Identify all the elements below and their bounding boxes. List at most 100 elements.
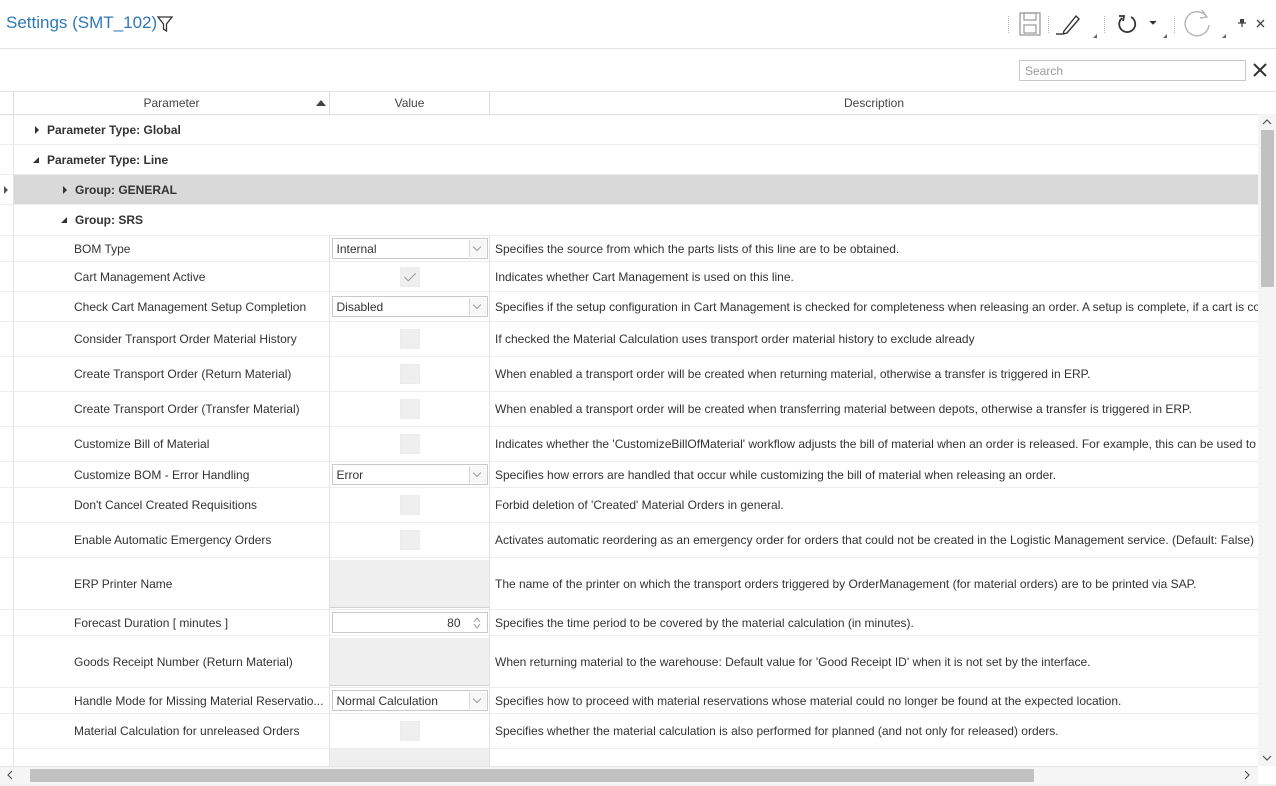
edit-icon[interactable]: [1054, 10, 1082, 38]
filter-icon[interactable]: [156, 14, 174, 34]
group-row-global[interactable]: Parameter Type: Global: [0, 115, 1258, 145]
scroll-left-icon[interactable]: [6, 770, 14, 780]
table-row[interactable]: Goods Receipt Number (Return Material) W…: [0, 636, 1258, 688]
horizontal-scroll-thumb[interactable]: [30, 769, 1034, 782]
refresh-dropdown-corner[interactable]: [1222, 34, 1226, 38]
value-cell: [330, 749, 490, 766]
search-bar: [0, 50, 1276, 92]
row-marker: [0, 357, 14, 391]
goods-receipt-textbox[interactable]: [330, 637, 489, 686]
column-header-parameter[interactable]: Parameter: [14, 92, 330, 115]
description-cell: Specifies the time period to be covered …: [495, 615, 914, 630]
chevron-down-icon[interactable]: [468, 466, 486, 483]
chevron-down-icon[interactable]: [468, 240, 486, 257]
group-row-line[interactable]: Parameter Type: Line: [0, 145, 1258, 175]
checkbox[interactable]: [399, 399, 420, 419]
grid-header: Parameter Value Description: [0, 92, 1258, 115]
close-icon[interactable]: [1256, 19, 1265, 28]
row-marker: [0, 427, 14, 461]
value-textbox[interactable]: [330, 749, 489, 766]
description-cell: Indicates whether Cart Management is use…: [495, 269, 794, 284]
row-marker: [0, 322, 14, 356]
table-row[interactable]: Customize BOM - Error Handling Error Spe…: [0, 462, 1258, 488]
parameter-cell: Customize BOM - Error Handling: [70, 462, 330, 487]
save-icon[interactable]: [1016, 10, 1044, 38]
error-handling-combobox[interactable]: Error: [331, 464, 488, 485]
column-header-value[interactable]: Value: [330, 92, 490, 115]
row-marker: [0, 636, 14, 687]
description-cell: Specifies if the setup configuration in …: [495, 299, 1258, 314]
toolbar-separator: [1174, 16, 1175, 33]
column-header-description[interactable]: Description: [490, 92, 1258, 115]
checkbox-checked[interactable]: [399, 266, 420, 287]
checkbox[interactable]: [399, 329, 420, 349]
checkbox[interactable]: [399, 364, 420, 384]
table-row[interactable]: BOM Type Internal Specifies the source f…: [0, 236, 1258, 262]
table-row[interactable]: Consider Transport Order Material Histor…: [0, 322, 1258, 357]
table-row[interactable]: ERP Printer Name The name of the printer…: [0, 558, 1258, 610]
value-cell: [330, 357, 490, 391]
collapse-icon[interactable]: [61, 217, 67, 223]
description-cell: Forbid deletion of 'Created' Material Or…: [495, 498, 784, 512]
expand-icon[interactable]: [35, 126, 39, 134]
chevron-down-icon[interactable]: [468, 298, 486, 315]
table-row[interactable]: Handle Mode for Missing Material Reserva…: [0, 688, 1258, 714]
collapse-icon[interactable]: [33, 157, 39, 163]
page-title: Settings (SMT_102): [6, 13, 158, 32]
expand-icon[interactable]: [63, 186, 67, 194]
scroll-up-icon[interactable]: [1262, 118, 1272, 126]
printer-name-textbox[interactable]: [330, 559, 489, 608]
group-title: Group: GENERAL: [75, 183, 177, 197]
table-row[interactable]: Create Transport Order (Return Material)…: [0, 357, 1258, 392]
parameter-cell: Don't Cancel Created Requisitions: [70, 488, 330, 522]
group-row-general[interactable]: Group: GENERAL: [0, 175, 1258, 205]
row-marker: [0, 262, 14, 291]
toolbar-separator: [1008, 16, 1009, 33]
row-marker: [0, 523, 14, 557]
table-row[interactable]: Check Cart Management Setup Completion D…: [0, 292, 1258, 322]
clear-search-icon[interactable]: [1252, 61, 1268, 79]
scroll-down-icon[interactable]: [1262, 754, 1272, 762]
description-cell: Specifies the source from which the part…: [495, 241, 900, 256]
scroll-right-icon[interactable]: [1243, 770, 1251, 780]
search-input[interactable]: [1019, 60, 1246, 81]
table-row[interactable]: Customize Bill of Material Indicates whe…: [0, 427, 1258, 462]
spin-arrows-icon[interactable]: [472, 616, 482, 630]
parameter-cell: Consider Transport Order Material Histor…: [70, 322, 330, 356]
undo-dropdown-corner[interactable]: [1163, 34, 1167, 38]
column-header-label: Value: [394, 96, 425, 110]
group-title: Parameter Type: Line: [47, 153, 169, 167]
chevron-down-icon[interactable]: [468, 692, 486, 709]
table-row[interactable]: Create Transport Order (Transfer Materia…: [0, 392, 1258, 427]
setup-completion-combobox[interactable]: Disabled: [331, 296, 488, 317]
checkbox[interactable]: [399, 495, 420, 515]
table-row[interactable]: Cart Management Active Indicates whether…: [0, 262, 1258, 292]
checkbox[interactable]: [399, 434, 420, 454]
description-cell: Specifies how to proceed with material r…: [495, 693, 1122, 708]
value-cell: [330, 322, 490, 356]
vertical-scroll-thumb[interactable]: [1261, 130, 1274, 287]
pin-icon[interactable]: [1237, 18, 1247, 28]
group-row-srs[interactable]: Group: SRS: [0, 205, 1258, 236]
bom-type-combobox[interactable]: Internal: [331, 238, 488, 259]
chevron-down-icon[interactable]: [1149, 20, 1157, 26]
stepper-value: 80: [447, 615, 461, 630]
row-marker: [0, 205, 14, 235]
parameter-cell: Check Cart Management Setup Completion: [70, 292, 330, 321]
forecast-duration-stepper[interactable]: 80: [331, 612, 488, 633]
refresh-icon[interactable]: [1180, 6, 1214, 40]
edit-dropdown-corner[interactable]: [1093, 34, 1097, 38]
checkbox[interactable]: [399, 530, 420, 550]
table-row[interactable]: Material Calculation for unreleased Orde…: [0, 714, 1258, 749]
table-row[interactable]: Don't Cancel Created Requisitions Forbid…: [0, 488, 1258, 523]
parameter-cell: BOM Type: [70, 236, 330, 261]
parameter-cell: Enable Automatic Emergency Orders: [70, 523, 330, 557]
handle-mode-combobox[interactable]: Normal Calculation: [331, 690, 488, 711]
table-row-partial[interactable]: [0, 749, 1258, 766]
table-row[interactable]: Forecast Duration [ minutes ] 80 Specifi…: [0, 610, 1258, 636]
checkbox[interactable]: [399, 721, 420, 741]
undo-icon[interactable]: [1113, 10, 1141, 38]
description-cell: Specifies whether the material calculati…: [495, 724, 1059, 738]
row-marker: [0, 145, 14, 174]
table-row[interactable]: Enable Automatic Emergency Orders Activa…: [0, 523, 1258, 558]
